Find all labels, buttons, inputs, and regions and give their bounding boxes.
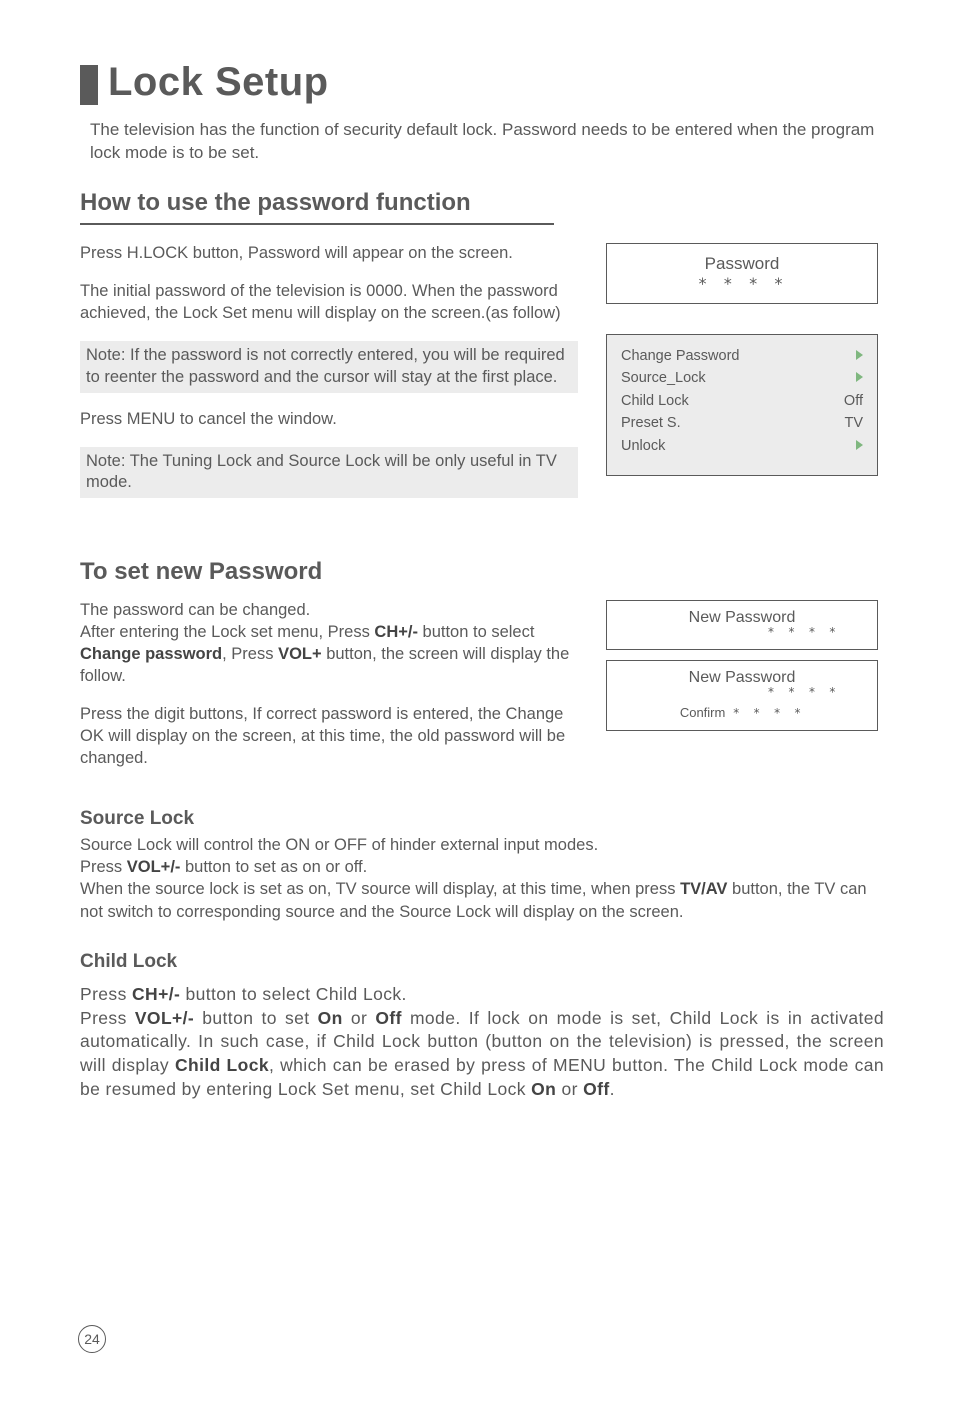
how-p2: The initial password of the television i…	[80, 281, 578, 325]
new-password-stars-2: * * * *	[625, 685, 859, 699]
menu-row-child-lock: Child Lock Off	[621, 390, 863, 412]
menu-row-unlock: Unlock	[621, 435, 863, 457]
password-panel: Password * * * *	[606, 243, 878, 304]
child-lock-body: Press CH+/- button to select Child Lock.…	[80, 983, 884, 1101]
menu-label: Source_Lock	[621, 367, 706, 389]
how-note1: Note: If the password is not correctly e…	[80, 341, 578, 393]
menu-label: Preset S.	[621, 412, 681, 434]
page-title-row: Lock Setup	[80, 60, 884, 105]
password-panel-title: Password	[621, 254, 863, 274]
menu-row-source-lock: Source_Lock	[621, 367, 863, 389]
confirm-row: Confirm * * * *	[625, 705, 859, 720]
menu-label: Unlock	[621, 435, 665, 457]
how-to-heading: How to use the password function	[80, 189, 554, 225]
chevron-right-icon	[856, 440, 863, 450]
setpw-p2: Press the digit buttons, If correct pass…	[80, 704, 578, 770]
menu-row-preset: Preset S. TV	[621, 412, 863, 434]
page-title: Lock Setup	[108, 60, 329, 105]
chevron-right-icon	[856, 372, 863, 382]
source-lock-body: Source Lock will control the ON or OFF o…	[80, 834, 884, 923]
new-password-panel-1: New Password * * * *	[606, 600, 878, 650]
chevron-right-icon	[856, 350, 863, 360]
page-number-badge: 24	[78, 1325, 106, 1353]
how-p3: Press MENU to cancel the window.	[80, 409, 578, 431]
source-lock-heading: Source Lock	[80, 808, 884, 830]
menu-row-change-password: Change Password	[621, 345, 863, 367]
page-number: 24	[78, 1325, 106, 1353]
password-panel-stars: * * * *	[621, 274, 863, 293]
setpw-p1: The password can be changed. After enter…	[80, 600, 578, 688]
new-password-stars: * * * *	[625, 625, 859, 639]
how-note2: Note: The Tuning Lock and Source Lock wi…	[80, 447, 578, 499]
menu-value: Off	[839, 390, 863, 412]
menu-value: TV	[839, 412, 863, 434]
menu-label: Child Lock	[621, 390, 689, 412]
intro-paragraph: The television has the function of secur…	[90, 119, 884, 165]
new-password-panel-2: New Password * * * * Confirm * * * *	[606, 660, 878, 731]
child-lock-heading: Child Lock	[80, 951, 884, 973]
how-p1: Press H.LOCK button, Password will appea…	[80, 243, 578, 265]
title-accent-block	[80, 65, 98, 105]
lock-menu-panel: Change Password Source_Lock Child Lock O…	[606, 334, 878, 476]
menu-label: Change Password	[621, 345, 740, 367]
set-new-password-heading: To set new Password	[80, 558, 884, 586]
